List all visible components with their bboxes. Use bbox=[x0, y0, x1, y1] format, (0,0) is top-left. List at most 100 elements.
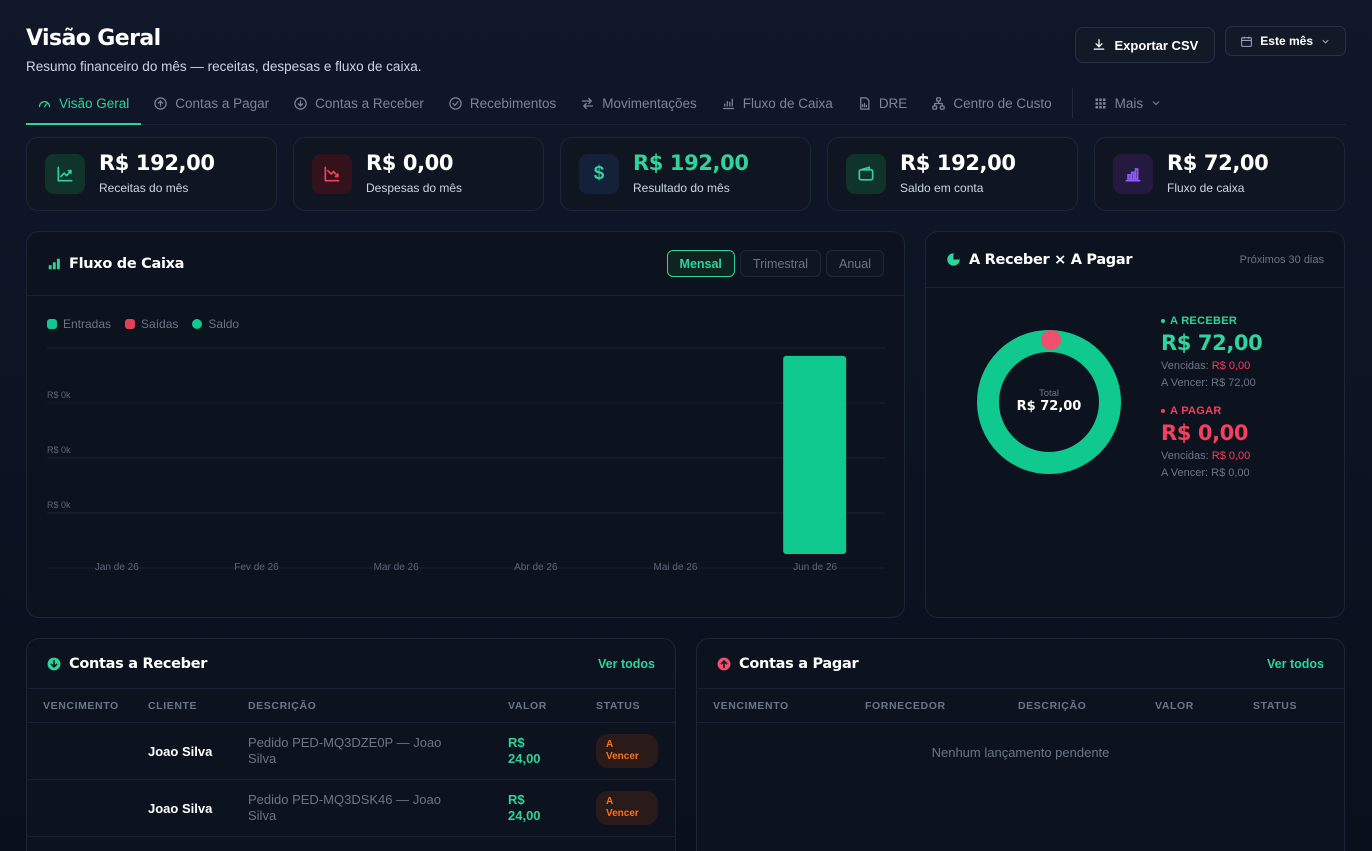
receber-header: A RECEBER bbox=[1161, 315, 1262, 327]
wallet-icon bbox=[846, 154, 886, 194]
tab-movimentacoes[interactable]: Movimentações bbox=[568, 82, 709, 124]
receivables-table-header: VENCIMENTO CLIENTE DESCRIÇÃO VALOR STATU… bbox=[27, 689, 675, 723]
table-row[interactable]: Joao Silva Pedido PED-MQ3DZE0P — Joao Si… bbox=[27, 723, 675, 780]
cell-description: Pedido PED-MQ3DZE0P — Joao Silva bbox=[248, 734, 442, 766]
y-tick-label: R$ 0k bbox=[47, 500, 71, 510]
kpi-cards: R$ 192,00 Receitas do mês R$ 0,00 Despes… bbox=[26, 137, 1345, 211]
tab-label: Recebimentos bbox=[469, 95, 557, 111]
period-segmented-control: Mensal Trimestral Anual bbox=[666, 250, 884, 277]
gauge-icon bbox=[38, 100, 51, 107]
receivables-title: Contas a Receber bbox=[69, 655, 208, 672]
period-mensal-button[interactable]: Mensal bbox=[666, 250, 735, 277]
receber-value: R$ 72,00 bbox=[1161, 331, 1263, 355]
swap-arrows-icon bbox=[582, 97, 594, 109]
donut-total-label: Total bbox=[1038, 388, 1060, 400]
x-tick-label: Jan de 26 bbox=[95, 562, 139, 573]
tab-label: Mais bbox=[1114, 95, 1144, 111]
kpi-resultado: $ R$ 192,00 Resultado do mês bbox=[560, 137, 811, 211]
pagar-header: A PAGAR bbox=[1161, 405, 1262, 417]
column-header[interactable]: DESCRIÇÃO bbox=[1002, 700, 1139, 712]
cell-value: R$ 24,00 bbox=[508, 791, 541, 823]
arrow-down-circle-icon bbox=[294, 96, 307, 110]
receber-label: A RECEBER bbox=[1170, 315, 1238, 327]
x-tick-label: Mar de 26 bbox=[374, 562, 419, 573]
donut-total-value: R$ 72,00 bbox=[1016, 399, 1082, 415]
legend-item-entradas[interactable]: Entradas bbox=[47, 317, 111, 331]
legend-item-saldo[interactable]: Saldo bbox=[192, 317, 239, 331]
kpi-label: Receitas do mês bbox=[99, 181, 189, 195]
pagar-value: R$ 0,00 bbox=[1161, 421, 1249, 445]
column-header[interactable]: VALOR bbox=[1139, 700, 1237, 712]
tab-bar: Visão Geral Contas a Pagar Contas a Rece… bbox=[26, 82, 1346, 125]
tab-contas-a-pagar[interactable]: Contas a Pagar bbox=[141, 82, 281, 124]
column-header[interactable]: FORNECEDOR bbox=[849, 700, 1002, 712]
trend-up-icon bbox=[45, 154, 85, 194]
y-tick-label: R$ 0k bbox=[47, 390, 71, 400]
grid-icon bbox=[1095, 98, 1106, 108]
cell-description: Pedido PED-MQ3DSK46 — Joao Silva bbox=[248, 791, 441, 823]
period-label: Este mês bbox=[1260, 34, 1313, 48]
download-icon bbox=[1094, 39, 1105, 50]
receivables-view-all-link[interactable]: Ver todos bbox=[598, 657, 655, 671]
table-row[interactable]: Joao Silva Pedido PED-MQ3DSK46 — Joao Si… bbox=[27, 780, 675, 837]
kpi-value: R$ 192,00 bbox=[900, 151, 1016, 175]
cell-value: R$ 24,00 bbox=[508, 734, 541, 766]
kpi-fluxo: R$ 72,00 Fluxo de caixa bbox=[1094, 137, 1345, 211]
tab-label: Centro de Custo bbox=[953, 95, 1052, 111]
tab-visao-geral[interactable]: Visão Geral bbox=[26, 82, 142, 125]
export-csv-button[interactable]: Exportar CSV bbox=[1075, 27, 1216, 63]
overdue-value: R$ 0,00 bbox=[1211, 360, 1251, 372]
chevron-down-icon bbox=[1322, 39, 1329, 44]
rvp-summary: A RECEBER R$ 72,00 Vencidas: R$ 0,00 A V… bbox=[1161, 315, 1263, 479]
legend-swatch bbox=[192, 319, 203, 329]
tab-mais[interactable]: Mais bbox=[1081, 82, 1175, 124]
bar-entradas bbox=[783, 355, 847, 554]
column-header[interactable]: VENCIMENTO bbox=[697, 700, 849, 712]
payables-view-all-link[interactable]: Ver todos bbox=[1267, 657, 1324, 671]
rvp-donut: Total R$ 72,00 bbox=[974, 327, 1124, 477]
x-tick-label: Abr de 26 bbox=[514, 562, 558, 573]
legend-item-saidas[interactable]: Saídas bbox=[125, 317, 178, 331]
period-trimestral-button[interactable]: Trimestral bbox=[739, 250, 822, 277]
legend-swatch bbox=[125, 319, 136, 329]
payables-title: Contas a Pagar bbox=[739, 655, 859, 672]
column-header[interactable]: STATUS bbox=[1237, 700, 1337, 712]
cashflow-panel: Fluxo de Caixa Mensal Trimestral Anual E… bbox=[26, 231, 905, 618]
x-tick-label: Fev de 26 bbox=[234, 562, 279, 573]
overdue-value: R$ 0,00 bbox=[1211, 450, 1251, 462]
tab-contas-a-receber[interactable]: Contas a Receber bbox=[281, 82, 436, 124]
kpi-despesas: R$ 0,00 Despesas do mês bbox=[293, 137, 544, 211]
legend-swatch bbox=[47, 319, 57, 329]
status-badge: A Vencer bbox=[596, 791, 658, 825]
column-header[interactable]: DESCRIÇÃO bbox=[232, 700, 492, 712]
x-tick-label: Mai de 26 bbox=[654, 562, 698, 573]
column-header[interactable]: STATUS bbox=[580, 700, 670, 712]
kpi-label: Despesas do mês bbox=[366, 181, 463, 195]
bar-chart-icon bbox=[48, 258, 60, 269]
tab-fluxo-de-caixa[interactable]: Fluxo de Caixa bbox=[709, 82, 845, 124]
arrow-up-circle-icon bbox=[154, 96, 168, 110]
page-header: Visão Geral Resumo financeiro do mês — r… bbox=[26, 26, 1346, 76]
period-select[interactable]: Este mês bbox=[1225, 26, 1346, 56]
empty-state-message: Nenhum lançamento pendente bbox=[931, 745, 1110, 760]
tab-dre[interactable]: DRE bbox=[845, 82, 920, 124]
column-header[interactable]: VALOR bbox=[492, 700, 580, 712]
tab-recebimentos[interactable]: Recebimentos bbox=[436, 82, 568, 124]
tab-label: Fluxo de Caixa bbox=[742, 95, 833, 111]
kpi-value: R$ 192,00 bbox=[633, 151, 749, 175]
kpi-saldo: R$ 192,00 Saldo em conta bbox=[827, 137, 1078, 211]
kpi-receitas: R$ 192,00 Receitas do mês bbox=[26, 137, 277, 211]
column-header[interactable]: CLIENTE bbox=[132, 700, 232, 712]
receivables-payables-panel: A Receber × A Pagar Próximos 30 dias Tot… bbox=[925, 231, 1345, 618]
tab-centro-de-custo[interactable]: Centro de Custo bbox=[919, 82, 1063, 124]
export-csv-label: Exportar CSV bbox=[1114, 37, 1199, 53]
rvp-title: A Receber × A Pagar bbox=[969, 251, 1133, 268]
pagar-upcoming: A Vencer: R$ 0,00 bbox=[1161, 467, 1250, 479]
receber-upcoming: A Vencer: R$ 72,00 bbox=[1161, 377, 1256, 389]
period-anual-button[interactable]: Anual bbox=[826, 250, 884, 277]
column-header[interactable]: VENCIMENTO bbox=[27, 700, 132, 712]
tab-label: Contas a Pagar bbox=[175, 95, 270, 111]
kpi-value: R$ 72,00 bbox=[1167, 151, 1269, 175]
tab-label: Visão Geral bbox=[59, 95, 130, 111]
bullet-icon bbox=[1161, 409, 1165, 413]
